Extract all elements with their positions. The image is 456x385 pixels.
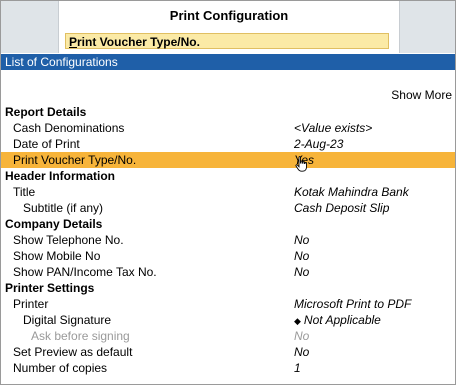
list-of-configurations-header: List of Configurations (1, 54, 455, 70)
config-row-printer[interactable]: Printer Microsoft Print to PDF (1, 296, 455, 312)
config-value: Not Applicable (303, 313, 381, 327)
config-value: 2-Aug-23 (294, 137, 344, 151)
config-label: Cash Denominations (13, 121, 125, 135)
window-side-panel-right (399, 1, 455, 53)
field-access-key: P (69, 35, 78, 49)
config-label: Number of copies (13, 361, 108, 375)
print-configuration-window: Print Configuration Print Voucher Type/N… (0, 0, 456, 385)
config-row-number-of-copies[interactable]: Number of copies 1 (1, 360, 455, 376)
window-title: Print Configuration (169, 8, 289, 23)
config-value: No (294, 345, 310, 359)
config-value: No (294, 233, 310, 247)
config-label: Date of Print (13, 137, 80, 151)
config-value: 1 (294, 361, 301, 375)
config-row-show-pan[interactable]: Show PAN/Income Tax No. No (1, 264, 455, 280)
config-label: Ask before signing (31, 329, 130, 343)
config-label: Show Telephone No. (13, 233, 124, 247)
window-side-panel-left (1, 1, 59, 53)
config-value: Microsoft Print to PDF (294, 297, 412, 311)
config-label: Title (13, 185, 36, 199)
section-header-information: Header Information (5, 169, 116, 183)
config-row-date-of-print[interactable]: Date of Print 2-Aug-23 (1, 136, 455, 152)
diamond-icon: ◆ (294, 316, 301, 326)
section-report-details: Report Details (5, 105, 87, 119)
section-company-details: Company Details (5, 217, 103, 231)
config-value: No (294, 329, 310, 343)
section-printer-settings: Printer Settings (5, 281, 95, 295)
field-value: rint Voucher Type/No. (77, 35, 200, 49)
config-row-cash-denominations[interactable]: Cash Denominations <Value exists> (1, 120, 455, 136)
config-row-print-voucher-type-no[interactable]: Print Voucher Type/No. Yes (1, 152, 455, 172)
config-label: Set Preview as default (13, 345, 133, 359)
config-row-digital-signature[interactable]: Digital Signature ◆ Not Applicable (1, 312, 455, 328)
config-label: Show Mobile No (13, 249, 101, 263)
config-label: Show PAN/Income Tax No. (13, 265, 157, 279)
config-row-title[interactable]: Title Kotak Mahindra Bank (1, 184, 455, 200)
config-value-container: ◆ Not Applicable (294, 312, 381, 329)
config-value: No (294, 265, 310, 279)
config-value: Cash Deposit Slip (294, 201, 390, 215)
config-row-set-preview-default[interactable]: Set Preview as default No (1, 344, 455, 360)
config-row-ask-before-signing: Ask before signing No (1, 328, 455, 344)
print-voucher-field[interactable]: Print Voucher Type/No. (65, 33, 389, 49)
config-row-subtitle[interactable]: Subtitle (if any) Cash Deposit Slip (1, 200, 455, 216)
config-row-show-telephone[interactable]: Show Telephone No. No (1, 232, 455, 248)
configuration-list: Report Details Cash Denominations <Value… (1, 104, 455, 376)
config-label: Subtitle (if any) (23, 201, 104, 215)
config-label: Digital Signature (23, 313, 112, 327)
config-value: Kotak Mahindra Bank (294, 185, 409, 199)
config-label: Printer (13, 297, 49, 311)
config-row-show-mobile[interactable]: Show Mobile No No (1, 248, 455, 264)
config-value: <Value exists> (294, 121, 373, 135)
config-value: No (294, 249, 310, 263)
config-label: Print Voucher Type/No. (13, 153, 137, 167)
title-area: Print Configuration Print Voucher Type/N… (59, 1, 399, 53)
show-more-button[interactable]: Show More (391, 88, 452, 102)
